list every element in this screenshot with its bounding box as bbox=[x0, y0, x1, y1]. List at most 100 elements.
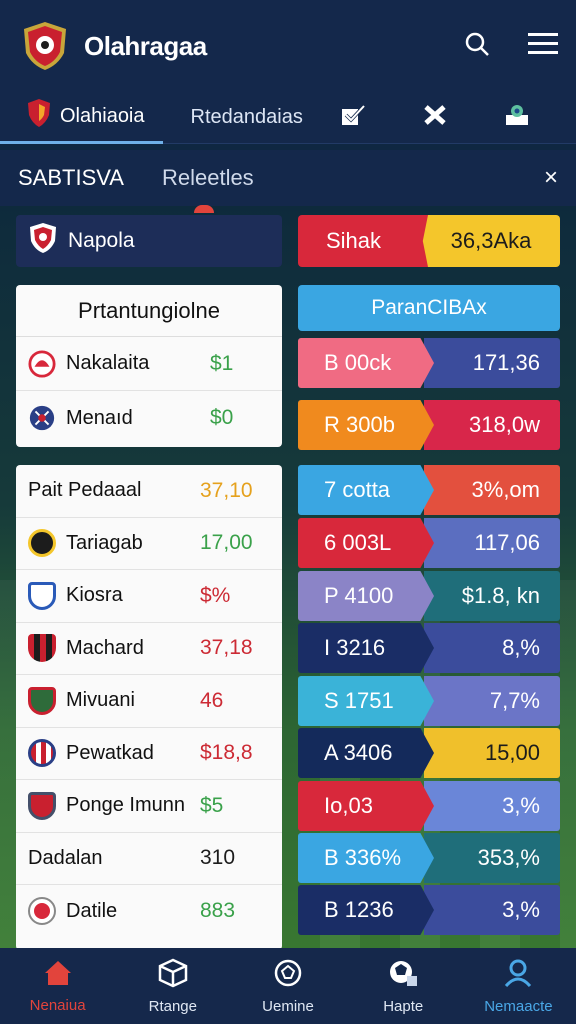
odds-header-right: 36,3Aka bbox=[422, 215, 560, 267]
odds-row[interactable]: 6 003L 117,06 bbox=[298, 518, 560, 568]
team-name: Datile bbox=[66, 899, 118, 922]
odds-row-right: 3%,om bbox=[424, 465, 560, 515]
nav-uemine[interactable]: Uemine bbox=[230, 948, 345, 1024]
blue-shield-icon bbox=[28, 581, 56, 610]
nav-home[interactable]: Nenaiua bbox=[0, 948, 115, 1024]
table-row[interactable]: Datile 883 bbox=[16, 885, 282, 938]
team-value: 17,00 bbox=[200, 531, 253, 555]
team-name: Nakalaita bbox=[66, 352, 150, 374]
odds-row-right: 318,0w bbox=[424, 400, 560, 450]
team-name: Mivuani bbox=[66, 689, 135, 712]
team-value: 37,18 bbox=[200, 636, 253, 660]
green-shield-icon bbox=[28, 686, 56, 715]
table-row[interactable]: Ponge Imunn $5 bbox=[16, 780, 282, 833]
home-icon bbox=[43, 959, 73, 991]
table-row[interactable]: Nakalaita $1 bbox=[16, 337, 282, 391]
team-value: $18,8 bbox=[200, 741, 253, 765]
odds-row-right: 117,06 bbox=[424, 518, 560, 568]
odds-row[interactable]: B 1236 3,% bbox=[298, 885, 560, 935]
search-icon[interactable] bbox=[464, 31, 490, 62]
tab-olahiaoia[interactable]: Olahiaoia bbox=[0, 92, 163, 144]
close-icon[interactable]: × bbox=[544, 164, 558, 192]
section-tab[interactable]: Releetles bbox=[162, 165, 254, 213]
section-title: SABTISVA bbox=[18, 165, 124, 190]
gray-shield-icon bbox=[28, 791, 56, 820]
team-value: 46 bbox=[200, 688, 224, 712]
odds-column-header: ParanCIBAx bbox=[298, 285, 560, 331]
odds-row-left: 6 003L bbox=[298, 518, 434, 568]
odds-row-right: 15,00 bbox=[424, 728, 560, 778]
team-name: Menaıd bbox=[66, 406, 133, 429]
team-name: Pait Pedaaal bbox=[28, 479, 142, 502]
nav-rtange[interactable]: Rtange bbox=[115, 948, 230, 1024]
odds-row[interactable]: R 300b 318,0w bbox=[298, 400, 560, 450]
team-name: Dadalan bbox=[28, 846, 103, 869]
table-row[interactable]: Machard 37,18 bbox=[16, 623, 282, 675]
table-row[interactable]: Menaıd $0 bbox=[16, 391, 282, 445]
stats-icon bbox=[387, 958, 419, 992]
odds-row-right: $1.8, kn bbox=[424, 571, 560, 621]
table-row[interactable]: Tariagab 17,00 bbox=[16, 518, 282, 570]
odds-row-left: Io,03 bbox=[298, 781, 434, 831]
odds-header[interactable]: Sihak 36,3Aka bbox=[298, 215, 560, 267]
striped-shield-icon bbox=[28, 634, 56, 663]
odds-row[interactable]: I 3216 8,% bbox=[298, 623, 560, 673]
odds-row[interactable]: A 3406 15,00 bbox=[298, 728, 560, 778]
table-row[interactable]: Dadalan 310 bbox=[16, 833, 282, 885]
team-value: $5 bbox=[200, 793, 224, 817]
odds-row[interactable]: P 4100 $1.8, kn bbox=[298, 571, 560, 621]
matches-card: Prtantungiolne Nakalaita $1 Menaıd $0 bbox=[16, 285, 282, 447]
odds-row-left: I 3216 bbox=[298, 623, 434, 673]
odds-row-left: B 1236 bbox=[298, 885, 434, 935]
odds-row-right: 171,36 bbox=[424, 338, 560, 388]
box-icon bbox=[158, 958, 188, 992]
odds-row-left: 7 cotta bbox=[298, 465, 434, 515]
odds-row[interactable]: Io,03 3,% bbox=[298, 781, 560, 831]
team-name: Kiosra bbox=[66, 584, 123, 607]
team-value: 883 bbox=[200, 899, 236, 923]
club-crest-logo bbox=[18, 19, 72, 73]
table-row[interactable]: Mivuani 46 bbox=[16, 675, 282, 728]
menu-icon[interactable] bbox=[528, 32, 558, 61]
nav-label: Hapte bbox=[383, 997, 424, 1015]
odds-row[interactable]: B 336% 353,% bbox=[298, 833, 560, 883]
table-row[interactable]: Pait Pedaaal 37,10 bbox=[16, 465, 282, 518]
check-icon bbox=[340, 103, 366, 133]
tab-label: Olahiaoia bbox=[60, 104, 145, 127]
table-row[interactable]: Kiosra $% bbox=[16, 570, 282, 623]
team-name: Machard bbox=[66, 636, 144, 659]
table-row[interactable]: Pewatkad $18,8 bbox=[16, 728, 282, 780]
cross-icon bbox=[422, 103, 448, 133]
section-bar: SABTISVA Releetles × bbox=[0, 150, 576, 213]
team-name: Ponge Imunn bbox=[66, 794, 185, 817]
odds-row-left: S 1751 bbox=[298, 676, 434, 726]
team-value: 310 bbox=[200, 846, 236, 870]
nav-label: Nemaacte bbox=[484, 997, 553, 1015]
team-name: Tariagab bbox=[66, 531, 143, 554]
odds-row-right: 3,% bbox=[424, 781, 560, 831]
team-crest-icon bbox=[28, 222, 58, 260]
tab-label: Rtedandaias bbox=[190, 106, 303, 128]
nav-label: Nenaiua bbox=[29, 996, 86, 1014]
standings-card: Pait Pedaaal 37,10 Tariagab 17,00 Kiosra… bbox=[16, 465, 282, 950]
odds-header-left: Sihak bbox=[298, 215, 428, 267]
odds-row-right: 353,% bbox=[424, 833, 560, 883]
odds-row-left: B 00ck bbox=[298, 338, 434, 388]
tab-stats[interactable] bbox=[487, 92, 547, 144]
odds-row[interactable]: 7 cotta 3%,om bbox=[298, 465, 560, 515]
team-header[interactable]: Napola bbox=[16, 215, 282, 267]
odds-row-right: 7,7% bbox=[424, 676, 560, 726]
odds-row[interactable]: S 1751 7,7% bbox=[298, 676, 560, 726]
odds-row-left: B 336% bbox=[298, 833, 434, 883]
odds-row-right: 3,% bbox=[424, 885, 560, 935]
nav-hapte[interactable]: Hapte bbox=[346, 948, 461, 1024]
odds-row-left: R 300b bbox=[298, 400, 434, 450]
nav-nemaacte[interactable]: Nemaacte bbox=[461, 948, 576, 1024]
odds-row[interactable]: B 00ck 171,36 bbox=[298, 338, 560, 388]
tab-cross[interactable] bbox=[405, 92, 465, 144]
app-bar: Olahragaa bbox=[0, 0, 576, 92]
tab-rtedandaias[interactable]: Rtedandaias bbox=[191, 92, 303, 144]
nav-label: Rtange bbox=[148, 997, 197, 1015]
app-title: Olahragaa bbox=[84, 30, 207, 61]
tab-check[interactable] bbox=[323, 92, 383, 144]
